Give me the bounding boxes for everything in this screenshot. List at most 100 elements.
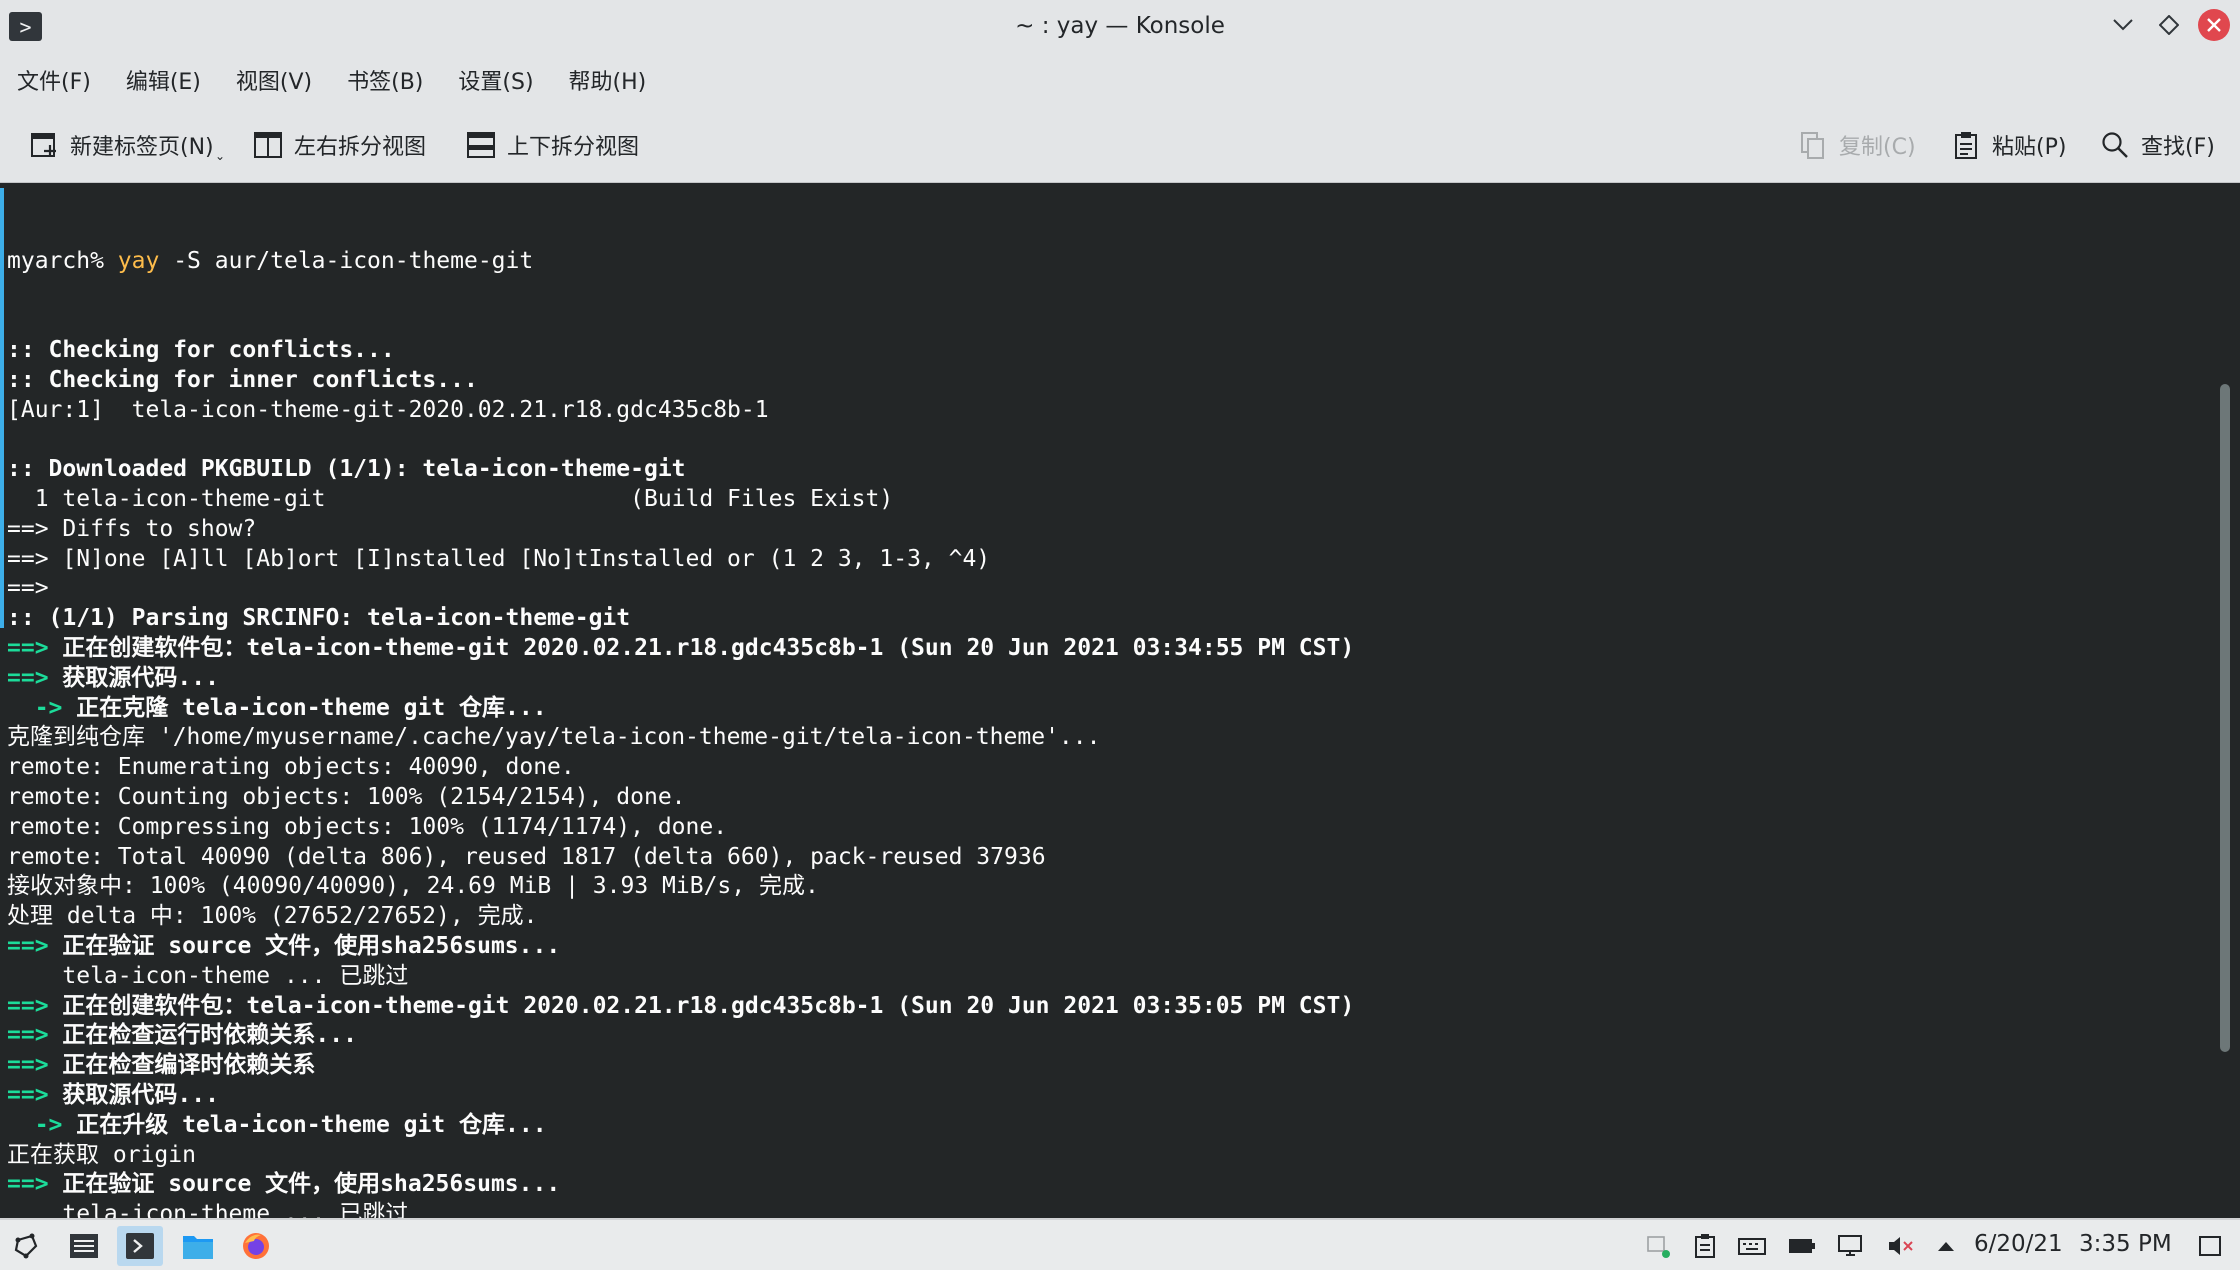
firefox-icon — [243, 1233, 269, 1259]
terminal-text-segment: ==> — [7, 1081, 63, 1108]
toolbar: 新建标签页(N) ⌄ 左右拆分视图 上下拆分视图 复制(C) 粘贴(P) 查找(… — [0, 107, 2240, 183]
paste-label: 粘贴(P) — [1992, 135, 2067, 160]
terminal-text-segment: :: Checking for inner conflicts... — [7, 366, 478, 393]
taskbar-konsole[interactable] — [117, 1226, 163, 1266]
new-tab-label: 新建标签页(N) — [70, 135, 214, 160]
terminal-text-segment: 克隆到纯仓库 '/home/myusername/.cache/yay/tela… — [7, 724, 1101, 751]
clock-date[interactable]: 6/20/21 — [1974, 1231, 2063, 1257]
konsole-icon — [126, 1233, 154, 1259]
paste-button[interactable]: 粘贴(P) — [1951, 125, 2066, 165]
minimize-button[interactable] — [2106, 8, 2140, 42]
terminal-line: ==> [N]one [A]ll [Ab]ort [I]nstalled [No… — [7, 545, 1354, 575]
new-tab-icon — [31, 133, 56, 157]
split-top-bottom-icon — [467, 132, 495, 158]
new-tab-button[interactable]: 新建标签页(N) ⌄ — [29, 125, 225, 165]
display-icon[interactable] — [1837, 1232, 1865, 1260]
command-name: yay — [117, 247, 160, 274]
find-label: 查找(F) — [2141, 135, 2215, 160]
split-left-right-icon — [254, 132, 282, 158]
file-manager-icon — [183, 1236, 213, 1259]
terminal-text-segment: 正在获取 origin — [7, 1141, 196, 1168]
show-desktop-icon[interactable] — [2196, 1232, 2224, 1260]
menu-file[interactable]: 文件(F) — [8, 64, 100, 96]
terminal-text-segment: 正在升级 tela-icon-theme git 仓库... — [76, 1111, 547, 1138]
command-args: -S aur/tela-icon-theme-git — [159, 247, 534, 274]
menu-help[interactable]: 帮助(H) — [560, 64, 656, 96]
network-icon[interactable] — [1644, 1232, 1672, 1260]
terminal-view[interactable]: myarch% yay -S aur/tela-icon-theme-git :… — [0, 184, 2240, 1218]
terminal-text-segment: 正在检查运行时依赖关系... — [62, 1022, 357, 1049]
close-button[interactable] — [2198, 9, 2230, 41]
split-left-right-button[interactable]: 左右拆分视图 — [253, 125, 426, 165]
terminal-line: ==> 正在验证 source 文件，使用sha256sums... — [7, 932, 1354, 962]
search-icon — [2102, 132, 2128, 158]
menu-bookmarks[interactable]: 书签(B) — [338, 64, 432, 96]
clipboard-icon[interactable] — [1691, 1232, 1719, 1260]
terminal-text-segment: 正在创建软件包：tela-icon-theme-git 2020.02.21.r… — [62, 634, 1355, 661]
menu-settings[interactable]: 设置(S) — [449, 64, 542, 96]
terminal-line: ==> 获取源代码... — [7, 1081, 1354, 1111]
terminal-text-segment: tela-icon-theme ... 已跳过 — [7, 1201, 409, 1218]
terminal-text-segment: 1 tela-icon-theme-git (Build Files Exist… — [7, 485, 894, 512]
maximize-icon — [2159, 15, 2179, 35]
window-title: ~ : yay — Konsole — [1015, 13, 1225, 39]
terminal-text-segment: -> — [7, 1111, 77, 1138]
terminal-line: tela-icon-theme ... 已跳过 — [7, 1200, 1354, 1218]
terminal-text-segment: 正在创建软件包：tela-icon-theme-git 2020.02.21.r… — [62, 992, 1355, 1019]
split-top-bottom-label: 上下拆分视图 — [507, 135, 640, 160]
battery-icon[interactable] — [1788, 1232, 1816, 1260]
terminal-text-segment: ==> — [7, 664, 63, 691]
find-button[interactable]: 查找(F) — [2100, 125, 2215, 165]
terminal-text-segment: :: Downloaded PKGBUILD (1/1): tela-icon-… — [7, 456, 686, 483]
terminal-line: 1 tela-icon-theme-git (Build Files Exist… — [7, 485, 1354, 515]
terminal-text-segment: :: Checking for conflicts... — [7, 336, 395, 363]
terminal-text-segment: 正在克隆 tela-icon-theme git 仓库... — [76, 694, 547, 721]
terminal-line: :: Downloaded PKGBUILD (1/1): tela-icon-… — [7, 455, 1354, 485]
maximize-button[interactable] — [2152, 8, 2186, 42]
terminal-line: [Aur:1] tela-icon-theme-git-2020.02.21.r… — [7, 396, 1354, 426]
taskbar-task-manager[interactable] — [61, 1226, 107, 1266]
terminal-line: remote: Compressing objects: 100% (1174/… — [7, 813, 1354, 843]
terminal-text-segment: remote: Compressing objects: 100% (1174/… — [7, 813, 728, 840]
terminal-text-segment: 接收对象中: 100% (40090/40090), 24.69 MiB | 3… — [7, 873, 819, 900]
terminal-line: :: Checking for conflicts... — [7, 336, 1354, 366]
close-icon — [2207, 18, 2221, 32]
terminal-text-segment: 处理 delta 中: 100% (27652/27652), 完成. — [7, 903, 538, 930]
keyboard-icon[interactable] — [1738, 1232, 1766, 1260]
terminal-line: ==> 获取源代码... — [7, 664, 1354, 694]
terminal-text-segment: remote: Total 40090 (delta 806), reused … — [7, 843, 1046, 870]
taskbar: 6/20/21 3:35 PM — [0, 1218, 2240, 1270]
terminal-text-segment: tela-icon-theme ... 已跳过 — [7, 962, 409, 989]
terminal-line: remote: Total 40090 (delta 806), reused … — [7, 843, 1354, 873]
menu-edit[interactable]: 编辑(E) — [117, 64, 210, 96]
terminal-line: ==> 正在验证 source 文件，使用sha256sums... — [7, 1170, 1354, 1200]
expand-tray-icon[interactable] — [1932, 1232, 1960, 1260]
clock-time[interactable]: 3:35 PM — [2079, 1231, 2172, 1257]
terminal-text-segment: ==> — [7, 634, 63, 661]
terminal-text-segment: 正在验证 source 文件，使用sha256sums... — [62, 1171, 561, 1198]
application-launcher-button[interactable] — [3, 1226, 49, 1266]
menu-view[interactable]: 视图(V) — [227, 64, 321, 96]
task-manager-icon — [70, 1234, 98, 1258]
terminal-line: ==> 正在检查编译时依赖关系 — [7, 1051, 1354, 1081]
taskbar-file-manager[interactable] — [175, 1226, 221, 1266]
terminal-text-segment: ==> — [7, 1052, 63, 1079]
terminal-text-segment: ==> [N]one [A]ll [Ab]ort [I]nstalled [No… — [7, 545, 991, 572]
copy-button[interactable]: 复制(C) — [1798, 125, 1916, 165]
terminal-text-segment: ==> — [7, 575, 49, 602]
copy-label: 复制(C) — [1839, 135, 1916, 160]
terminal-text-segment: ==> — [7, 992, 63, 1019]
terminal-text-segment: ==> Diffs to show? — [7, 515, 257, 542]
terminal-text-segment: :: (1/1) Parsing SRCINFO: tela-icon-them… — [7, 605, 631, 632]
volume-muted-icon[interactable] — [1886, 1232, 1914, 1260]
taskbar-firefox[interactable] — [233, 1226, 279, 1266]
split-top-bottom-button[interactable]: 上下拆分视图 — [466, 125, 639, 165]
copy-icon — [1801, 132, 1824, 159]
terminal-text-segment: 获取源代码... — [62, 664, 219, 691]
terminal-line: -> 正在克隆 tela-icon-theme git 仓库... — [7, 694, 1354, 724]
terminal-focus-accent — [0, 188, 4, 628]
terminal-scrollbar[interactable] — [2220, 384, 2230, 1052]
terminal-text-segment: ==> — [7, 932, 63, 959]
terminal-text-segment: remote: Enumerating objects: 40090, done… — [7, 754, 575, 781]
